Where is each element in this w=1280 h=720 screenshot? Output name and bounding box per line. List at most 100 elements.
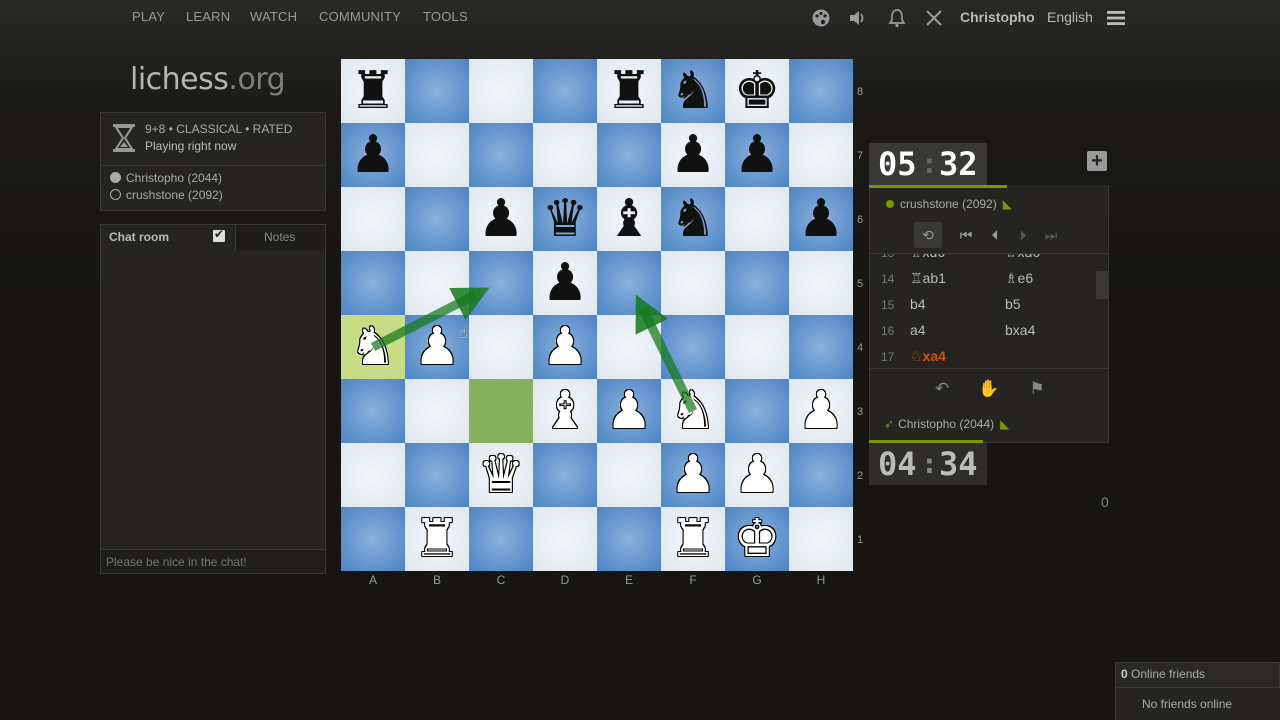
offer-draw-icon[interactable]: ✋: [977, 377, 1001, 401]
chat-toggle-checkbox[interactable]: [213, 227, 225, 242]
white-player-link[interactable]: Christopho (2044): [110, 171, 222, 185]
friends-label: Online friends: [1127, 667, 1206, 681]
move-arrows: [370, 287, 698, 413]
tab-notes-label: Notes: [264, 230, 296, 244]
game-status: Playing right now: [145, 139, 237, 153]
chat-tabs: Chat room Notes: [101, 225, 325, 251]
white-player-name: Christopho (2044): [126, 171, 223, 185]
move-list[interactable]: 13 ♗xd6 ♕xd6 14 ♖ab1 ♗e6 15 b4 b5 16 a4 bxa4 17 ♘xa4: [870, 253, 1108, 369]
language-selector[interactable]: English: [1047, 9, 1093, 25]
prev-move-button[interactable]: ⏴: [983, 222, 1007, 248]
white-color-icon: [110, 172, 121, 183]
black-move[interactable]: ♕xd6: [1005, 254, 1040, 261]
opponent-player-link[interactable]: crushstone (2092) ◣: [886, 197, 1012, 211]
signal-icon: ◣: [1000, 417, 1010, 431]
sound-icon[interactable]: [846, 8, 868, 28]
next-move-button[interactable]: ⏵: [1011, 222, 1035, 248]
top-nav: PLAY LEARN WATCH COMMUNITY TOOLS Christo…: [0, 0, 1280, 34]
chat-input[interactable]: [100, 549, 326, 574]
nav-community[interactable]: COMMUNITY: [319, 9, 401, 24]
white-move[interactable]: ♘xa4: [910, 348, 946, 365]
black-player-link[interactable]: crushstone (2092): [110, 188, 223, 202]
black-player-name: crushstone (2092): [126, 188, 223, 202]
tab-chat-room-label: Chat room: [109, 230, 169, 244]
move-number: 14: [881, 272, 895, 286]
move-row: 13 ♗xd6 ♕xd6: [870, 253, 1098, 266]
move-panel: crushstone (2092)◣ ⟲ ⏮ ⏴ ⏵ ⏭ 13♗xd6♕xd61…: [869, 185, 1109, 443]
move-number: 16: [881, 324, 895, 338]
resign-flag-icon[interactable]: ⚑: [1025, 377, 1049, 401]
rank-label: 2: [857, 470, 864, 482]
add-time-button[interactable]: +: [1087, 151, 1107, 171]
online-icon: [886, 200, 894, 208]
move-number: 17: [881, 350, 895, 364]
move-number: 15: [881, 298, 895, 312]
hamburger-icon[interactable]: [1106, 9, 1128, 29]
opponent-time-bar: [869, 185, 1007, 188]
my-name: Christopho (2044): [898, 417, 995, 431]
file-label: B: [432, 573, 441, 587]
my-clock-minutes: 04: [878, 445, 917, 483]
logo-tld: .org: [228, 62, 286, 97]
opponent-clock-minutes: 05: [878, 145, 917, 183]
friends-body: No friends online: [1116, 687, 1280, 720]
black-move[interactable]: b5: [1005, 296, 1021, 312]
move-row: 14 ♖ab1 ♗e6: [870, 266, 1098, 292]
black-move[interactable]: bxa4: [1005, 322, 1035, 338]
file-label: D: [560, 573, 570, 587]
black-move[interactable]: ♗e6: [1005, 270, 1033, 287]
clock-separator: :: [921, 147, 938, 180]
logo-name: lichess: [130, 62, 229, 97]
black-color-icon: [110, 189, 121, 200]
tab-notes[interactable]: Notes: [235, 225, 325, 251]
nav-tools[interactable]: TOOLS: [423, 9, 468, 24]
game-info-panel: 9+8 • CLASSICAL • RATED Playing right no…: [100, 112, 326, 211]
file-label: A: [368, 573, 377, 587]
move-list-scrollbar[interactable]: [1096, 271, 1108, 299]
rank-label: 7: [857, 150, 864, 162]
move-number: 13: [881, 253, 895, 260]
friends-header: 0 Online friends: [1121, 667, 1205, 681]
my-clock-seconds: 34: [939, 445, 978, 483]
rank-label: 6: [857, 214, 864, 226]
clock-separator: :: [921, 447, 938, 480]
rank-label: 5: [857, 278, 864, 290]
friends-box[interactable]: 0 Online friends No friends online: [1115, 662, 1280, 720]
my-player-link[interactable]: ➶ Christopho (2044) ◣: [884, 417, 1009, 431]
palette-icon[interactable]: [810, 8, 832, 28]
spectator-count: 0: [1101, 494, 1109, 510]
rank-label: 4: [857, 342, 864, 354]
game-setup: 9+8 • CLASSICAL • RATED: [145, 122, 293, 136]
user-menu[interactable]: Christopho: [960, 9, 1035, 25]
friends-count: 0: [1121, 667, 1128, 681]
nav-play[interactable]: PLAY: [132, 9, 165, 24]
opponent-clock: 05 : 32: [869, 143, 987, 185]
tab-chat-room[interactable]: Chat room: [101, 225, 235, 251]
divider: [101, 165, 325, 166]
file-label: F: [689, 573, 697, 587]
nav-learn[interactable]: LEARN: [186, 9, 230, 24]
swords-icon[interactable]: [923, 8, 945, 28]
opponent-clock-seconds: 32: [939, 145, 978, 183]
site-logo[interactable]: lichess.org: [130, 62, 286, 97]
move-row: 15 b4 b5: [870, 292, 1098, 318]
last-move-button[interactable]: ⏭: [1039, 222, 1063, 248]
hand-cursor-icon: ☝: [458, 323, 469, 342]
file-label: G: [752, 573, 762, 587]
takeback-icon[interactable]: ↶: [930, 377, 954, 401]
rank-label: 3: [857, 406, 864, 418]
friends-empty-text: No friends online: [1142, 697, 1233, 711]
nav-watch[interactable]: WATCH: [250, 9, 297, 24]
white-move[interactable]: ♗xd6: [910, 254, 945, 261]
move-row: 17 ♘xa4: [870, 344, 1098, 368]
white-move[interactable]: b4: [910, 296, 926, 312]
bell-icon[interactable]: [886, 8, 908, 28]
white-move[interactable]: a4: [910, 322, 926, 338]
white-move[interactable]: ♖ab1: [910, 270, 946, 287]
game-actions: ↶ ✋ ⚑: [870, 377, 1108, 407]
flip-board-button[interactable]: ⟲: [914, 222, 942, 248]
opponent-name: crushstone (2092): [900, 197, 997, 211]
file-label: C: [496, 573, 506, 587]
first-move-button[interactable]: ⏮: [954, 222, 978, 248]
rank-label: 8: [857, 86, 864, 98]
